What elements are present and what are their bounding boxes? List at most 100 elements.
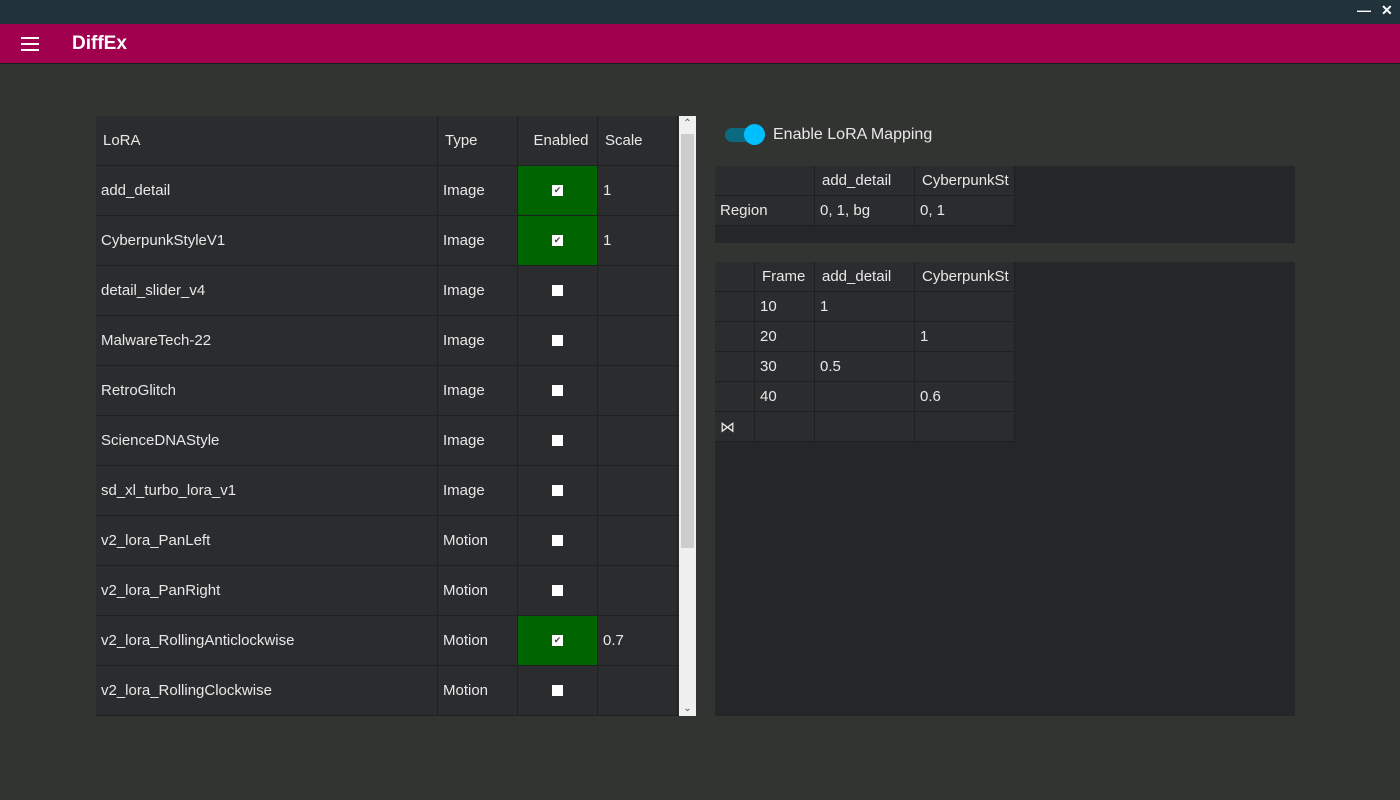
table-cell[interactable] [755, 412, 815, 442]
minimize-button[interactable]: — [1357, 2, 1371, 18]
lora-type: Motion [438, 516, 518, 565]
lora-type: Image [438, 466, 518, 515]
lora-type: Image [438, 316, 518, 365]
header-cell[interactable]: add_detail [815, 262, 915, 292]
lora-scale[interactable]: 1 [598, 166, 678, 215]
table-cell[interactable] [815, 322, 915, 352]
enabled-cell[interactable]: ✔ [518, 166, 598, 215]
lora-scale[interactable] [598, 366, 678, 415]
close-button[interactable]: ✕ [1381, 2, 1393, 19]
header-cell[interactable]: CyberpunkSt [915, 262, 1015, 292]
table-row[interactable]: v2_lora_PanLeft Motion [96, 516, 679, 566]
enabled-checkbox[interactable] [552, 535, 563, 546]
row-header: ⋈ [715, 412, 755, 442]
table-cell[interactable] [915, 412, 1015, 442]
lora-scale[interactable] [598, 666, 678, 715]
scroll-up-icon[interactable]: ⌃ [679, 118, 696, 129]
scrollbar[interactable]: ⌃ ⌄ [679, 116, 696, 716]
table-header: LoRA Type Enabled Scale [96, 116, 679, 166]
enabled-checkbox[interactable] [552, 335, 563, 346]
lora-name: v2_lora_PanLeft [96, 516, 438, 565]
table-row[interactable]: v2_lora_RollingAnticlockwise Motion ✔ 0.… [96, 616, 679, 666]
lora-name: add_detail [96, 166, 438, 215]
lora-name: CyberpunkStyleV1 [96, 216, 438, 265]
lora-type: Image [438, 266, 518, 315]
lora-table: LoRA Type Enabled Scale add_detail Image… [96, 116, 679, 716]
header-cell[interactable]: CyberpunkSt [915, 166, 1015, 196]
lora-scale[interactable]: 1 [598, 216, 678, 265]
enabled-cell[interactable]: ✔ [518, 216, 598, 265]
lora-scale[interactable]: 0.7 [598, 616, 678, 665]
hamburger-icon[interactable] [21, 37, 39, 51]
header-lora[interactable]: LoRA [96, 116, 438, 165]
table-cell[interactable] [815, 382, 915, 412]
lora-scale[interactable] [598, 566, 678, 615]
enabled-cell[interactable]: ✔ [518, 616, 598, 665]
enabled-checkbox[interactable] [552, 585, 563, 596]
scroll-down-icon[interactable]: ⌄ [679, 703, 696, 714]
table-row[interactable]: sd_xl_turbo_lora_v1 Image [96, 466, 679, 516]
table-row[interactable]: ScienceDNAStyle Image [96, 416, 679, 466]
table-cell[interactable] [815, 412, 915, 442]
table-row[interactable]: v2_lora_PanRight Motion [96, 566, 679, 616]
table-cell[interactable]: 0, 1, bg [815, 196, 915, 226]
header-cell[interactable]: Frame [755, 262, 815, 292]
table-cell[interactable]: 20 [755, 322, 815, 352]
table-row[interactable]: v2_lora_RollingClockwise Motion [96, 666, 679, 716]
enabled-checkbox[interactable]: ✔ [552, 185, 563, 196]
enabled-checkbox[interactable] [552, 385, 563, 396]
table-row[interactable]: CyberpunkStyleV1 Image ✔ 1 [96, 216, 679, 266]
enabled-cell[interactable] [518, 566, 598, 615]
header-type[interactable]: Type [438, 116, 518, 165]
table-row[interactable]: MalwareTech-22 Image [96, 316, 679, 366]
row-header [715, 292, 755, 322]
table-row[interactable]: RetroGlitch Image [96, 366, 679, 416]
table-cell[interactable]: 0.5 [815, 352, 915, 382]
table-row[interactable]: detail_slider_v4 Image [96, 266, 679, 316]
enabled-checkbox[interactable] [552, 685, 563, 696]
table-cell[interactable] [915, 292, 1015, 322]
lora-name: MalwareTech-22 [96, 316, 438, 365]
header-scale[interactable]: Scale [598, 116, 678, 165]
table-cell[interactable]: 10 [755, 292, 815, 322]
table-row: 20 1 [715, 322, 1295, 352]
header-enabled[interactable]: Enabled [518, 116, 598, 165]
table-cell[interactable]: 0.6 [915, 382, 1015, 412]
table-cell[interactable]: 1 [815, 292, 915, 322]
lora-name: RetroGlitch [96, 366, 438, 415]
header-cell[interactable]: add_detail [815, 166, 915, 196]
table-cell[interactable]: 0, 1 [915, 196, 1015, 226]
enabled-checkbox[interactable] [552, 485, 563, 496]
lora-type: Image [438, 366, 518, 415]
enable-lora-mapping-toggle[interactable] [725, 124, 765, 145]
table-row[interactable]: add_detail Image ✔ 1 [96, 166, 679, 216]
enabled-cell[interactable] [518, 516, 598, 565]
enabled-checkbox[interactable]: ✔ [552, 635, 563, 646]
enabled-cell[interactable] [518, 416, 598, 465]
table-cell[interactable]: 1 [915, 322, 1015, 352]
enabled-cell[interactable] [518, 366, 598, 415]
row-header [715, 382, 755, 412]
table-cell[interactable]: 30 [755, 352, 815, 382]
enabled-cell[interactable] [518, 466, 598, 515]
enabled-checkbox[interactable] [552, 285, 563, 296]
enabled-cell[interactable] [518, 316, 598, 365]
enabled-cell[interactable] [518, 666, 598, 715]
toggle-label: Enable LoRA Mapping [773, 126, 933, 143]
lora-scale[interactable] [598, 516, 678, 565]
enabled-checkbox[interactable]: ✔ [552, 235, 563, 246]
lora-name: ScienceDNAStyle [96, 416, 438, 465]
enabled-checkbox[interactable] [552, 435, 563, 446]
app-bar: DiffEx [0, 24, 1400, 64]
scrollbar-thumb[interactable] [681, 134, 694, 548]
lora-scale[interactable] [598, 316, 678, 365]
table-row: Region 0, 1, bg 0, 1 [715, 196, 1295, 226]
region-table: add_detail CyberpunkSt Region 0, 1, bg 0… [715, 166, 1295, 243]
lora-scale[interactable] [598, 416, 678, 465]
table-cell[interactable]: 40 [755, 382, 815, 412]
enabled-cell[interactable] [518, 266, 598, 315]
table-cell[interactable] [915, 352, 1015, 382]
lora-name: v2_lora_RollingClockwise [96, 666, 438, 715]
lora-scale[interactable] [598, 266, 678, 315]
lora-scale[interactable] [598, 466, 678, 515]
